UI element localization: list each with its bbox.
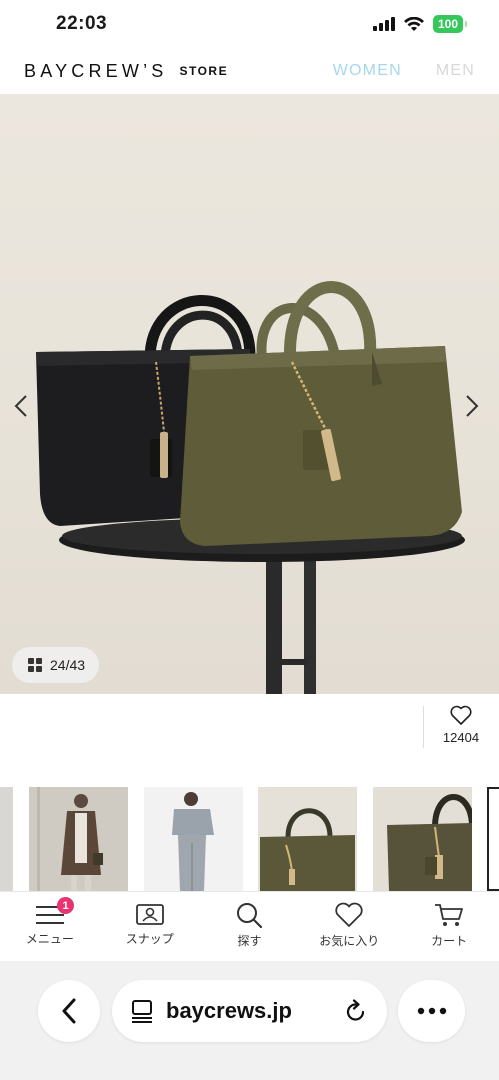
thumbnail-item[interactable]	[487, 787, 499, 891]
tab-search[interactable]: 探す	[200, 892, 300, 961]
tab-search-label: 探す	[237, 934, 262, 948]
next-image-arrow[interactable]	[465, 394, 485, 420]
chevron-left-icon	[14, 395, 27, 417]
divider	[423, 706, 424, 748]
store-logo-sub[interactable]: STORE	[179, 64, 228, 78]
image-counter-label: 24/43	[50, 657, 86, 673]
snap-icon	[135, 904, 164, 925]
status-icons: 100	[372, 15, 468, 33]
thumbnail-item[interactable]	[0, 787, 13, 891]
status-time: 22:03	[56, 13, 108, 34]
thumbnail-item[interactable]	[144, 787, 243, 891]
browser-more-button[interactable]	[398, 980, 465, 1042]
prev-image-arrow[interactable]	[14, 394, 34, 420]
thumbnail-item[interactable]	[258, 787, 357, 891]
thumbnail-image	[258, 787, 357, 891]
more-icon	[417, 1007, 446, 1015]
menu-badge: 1	[57, 897, 74, 914]
product-image-gallery[interactable]	[0, 94, 499, 694]
favorite-count: 12404	[442, 730, 480, 745]
browser-back-button[interactable]	[38, 980, 100, 1042]
nav-men[interactable]: MEN	[436, 62, 475, 80]
bottom-tab-bar: 1 メニュー スナップ 探す お気に入り カート	[0, 891, 499, 961]
address-bar[interactable]: baycrews.jp	[112, 980, 387, 1042]
cart-icon	[435, 904, 463, 926]
reload-icon[interactable]	[345, 999, 367, 1023]
heart-icon	[335, 902, 363, 927]
url-text: baycrews.jp	[166, 998, 292, 1023]
product-photo	[36, 281, 465, 694]
thumbnail-image	[373, 787, 472, 891]
browser-toolbar: baycrews.jp	[0, 961, 499, 1080]
store-logo[interactable]: BAYCREW’S	[24, 61, 167, 82]
thumbnail-strip	[0, 787, 499, 891]
chevron-right-icon	[466, 395, 479, 417]
tab-snap-label: スナップ	[125, 932, 174, 946]
heart-icon	[450, 705, 472, 725]
tab-favorites[interactable]: お気に入り	[299, 892, 399, 961]
gender-nav: WOMEN MEN	[333, 62, 475, 80]
chevron-left-icon	[62, 998, 76, 1024]
battery-indicator: 100	[432, 15, 468, 33]
tab-cart[interactable]: カート	[399, 892, 499, 961]
signal-icon	[372, 17, 395, 31]
favorite-button[interactable]: 12404	[430, 704, 492, 745]
site-header: BAYCREW’S STORE WOMEN MEN	[0, 48, 499, 94]
thumbnail-image	[144, 787, 243, 891]
status-bar: 22:03 100	[0, 0, 499, 48]
search-icon	[237, 903, 263, 928]
grid-icon	[28, 658, 42, 672]
favorite-row: 12404	[0, 694, 499, 784]
tab-cart-label: カート	[431, 934, 468, 948]
wifi-icon	[403, 16, 424, 31]
thumbnail-item[interactable]	[29, 787, 128, 891]
tab-menu[interactable]: 1 メニュー	[0, 892, 100, 961]
nav-women[interactable]: WOMEN	[333, 62, 402, 80]
tab-snap[interactable]: スナップ	[100, 892, 200, 961]
thumbnail-item[interactable]	[373, 787, 472, 891]
tab-favorites-label: お気に入り	[319, 934, 380, 948]
tab-menu-label: メニュー	[25, 932, 74, 946]
image-counter-button[interactable]: 24/43	[12, 647, 100, 683]
page-menu-icon	[132, 1000, 152, 1023]
thumbnail-image	[29, 787, 128, 891]
